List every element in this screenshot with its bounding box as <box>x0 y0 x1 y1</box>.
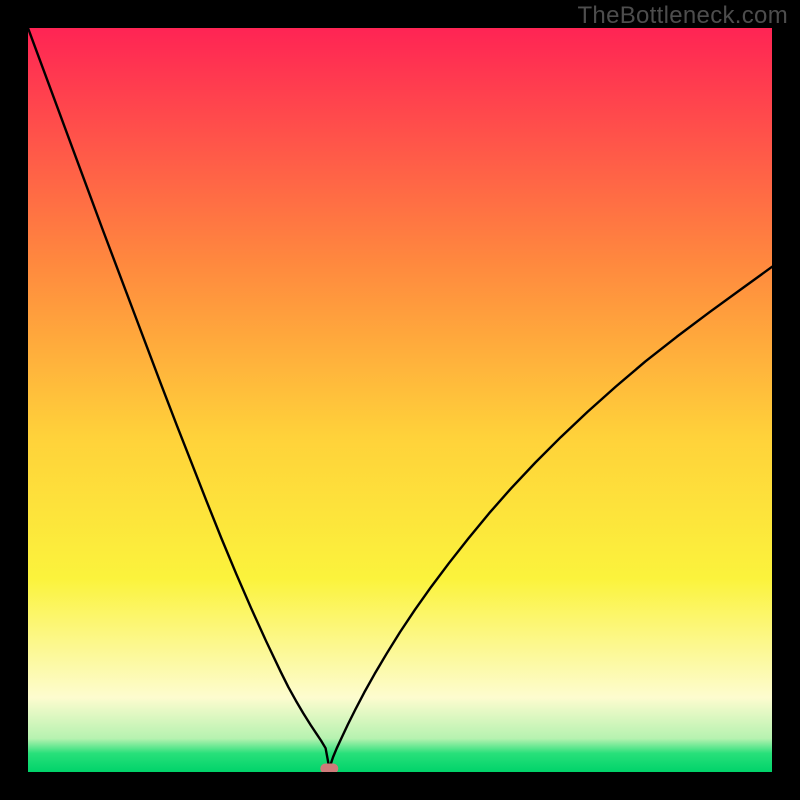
chart-frame: TheBottleneck.com <box>0 0 800 800</box>
optimal-marker <box>320 764 338 773</box>
gradient-background <box>28 28 772 772</box>
watermark-text: TheBottleneck.com <box>577 2 788 30</box>
bottleneck-plot <box>28 28 772 772</box>
